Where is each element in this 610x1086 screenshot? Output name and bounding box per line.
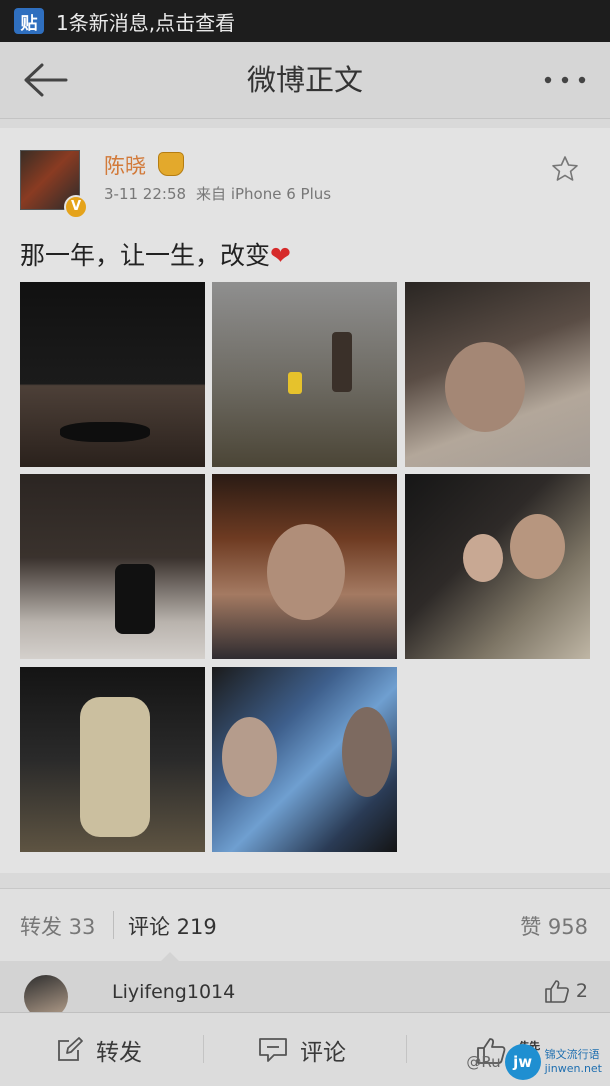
- notification-bar[interactable]: 贴 1条新消息,点击查看: [0, 0, 610, 42]
- thumbs-up-icon: [545, 980, 569, 1003]
- comment-count-tab[interactable]: 评论 219: [128, 911, 217, 941]
- post-text: 那一年，让一生，改变❤: [20, 236, 291, 272]
- post-text-body: 那一年，让一生，改变: [20, 241, 271, 270]
- post-stats-bar: 转发 33 评论 219 赞 958: [0, 888, 610, 962]
- photo-5[interactable]: [212, 474, 397, 659]
- crown-badge-icon[interactable]: [158, 152, 184, 176]
- jinwen-logo-icon: jw: [504, 1044, 541, 1080]
- like-count-tab[interactable]: 赞 958: [520, 911, 588, 941]
- repost-button[interactable]: 转发: [56, 1013, 142, 1086]
- more-options-icon[interactable]: [542, 64, 588, 96]
- watermark-line1: 锦文流行语: [544, 1048, 600, 1061]
- favorite-star-icon[interactable]: [550, 154, 580, 184]
- stats-divider: [113, 911, 114, 939]
- watermark-line2: jinwen.net: [544, 1062, 602, 1075]
- notification-text[interactable]: 1条新消息,点击查看: [56, 7, 235, 36]
- photo-grid: [20, 282, 590, 852]
- tieba-app-icon: 贴: [14, 8, 44, 34]
- post-time: 3-11 22:58: [104, 185, 187, 203]
- author-name[interactable]: 陈晓: [104, 150, 146, 180]
- comment-label: 评论: [300, 1039, 346, 1066]
- comment-icon: [259, 1037, 287, 1062]
- author-avatar[interactable]: V: [20, 150, 88, 219]
- bottom-action-bar: 转发 评论 赞 @Ru jw 锦文流行语 jinwen.net: [0, 1012, 610, 1086]
- repost-label: 转发: [96, 1039, 142, 1066]
- comment-item[interactable]: Liyifeng1014 2: [0, 961, 610, 1019]
- watermark-handle: @Ru: [466, 1053, 501, 1071]
- photo-8[interactable]: [212, 667, 397, 852]
- post-meta: 3-11 22:58 来自 iPhone 6 Plus: [104, 183, 331, 204]
- photo-2[interactable]: [212, 282, 397, 467]
- photo-4[interactable]: [20, 474, 205, 659]
- watermark-text: 锦文流行语 jinwen.net: [545, 1048, 602, 1076]
- photo-3[interactable]: [405, 282, 590, 467]
- commenter-name[interactable]: Liyifeng1014: [112, 981, 235, 1003]
- page-title: 微博正文: [246, 63, 363, 97]
- title-bar: 微博正文: [0, 42, 610, 119]
- repost-icon: [58, 1036, 83, 1061]
- watermark: @Ru jw 锦文流行语 jinwen.net: [466, 1044, 602, 1080]
- post-source: 来自 iPhone 6 Plus: [196, 185, 332, 203]
- repost-count-tab[interactable]: 转发 33: [20, 911, 95, 941]
- comment-button[interactable]: 评论: [258, 1013, 346, 1086]
- comment-like-button[interactable]: 2: [544, 979, 588, 1003]
- action-divider: [203, 1035, 204, 1063]
- photo-7[interactable]: [20, 667, 205, 852]
- heart-emoji-icon: ❤: [270, 241, 291, 270]
- action-divider: [406, 1035, 407, 1063]
- post-card: V 陈晓 3-11 22:58 来自 iPhone 6 Plus 那一年，让一生，…: [0, 128, 610, 873]
- photo-6[interactable]: [405, 474, 590, 659]
- photo-1[interactable]: [20, 282, 205, 467]
- comment-like-count: 2: [575, 980, 588, 1002]
- verified-badge-icon: V: [64, 195, 88, 219]
